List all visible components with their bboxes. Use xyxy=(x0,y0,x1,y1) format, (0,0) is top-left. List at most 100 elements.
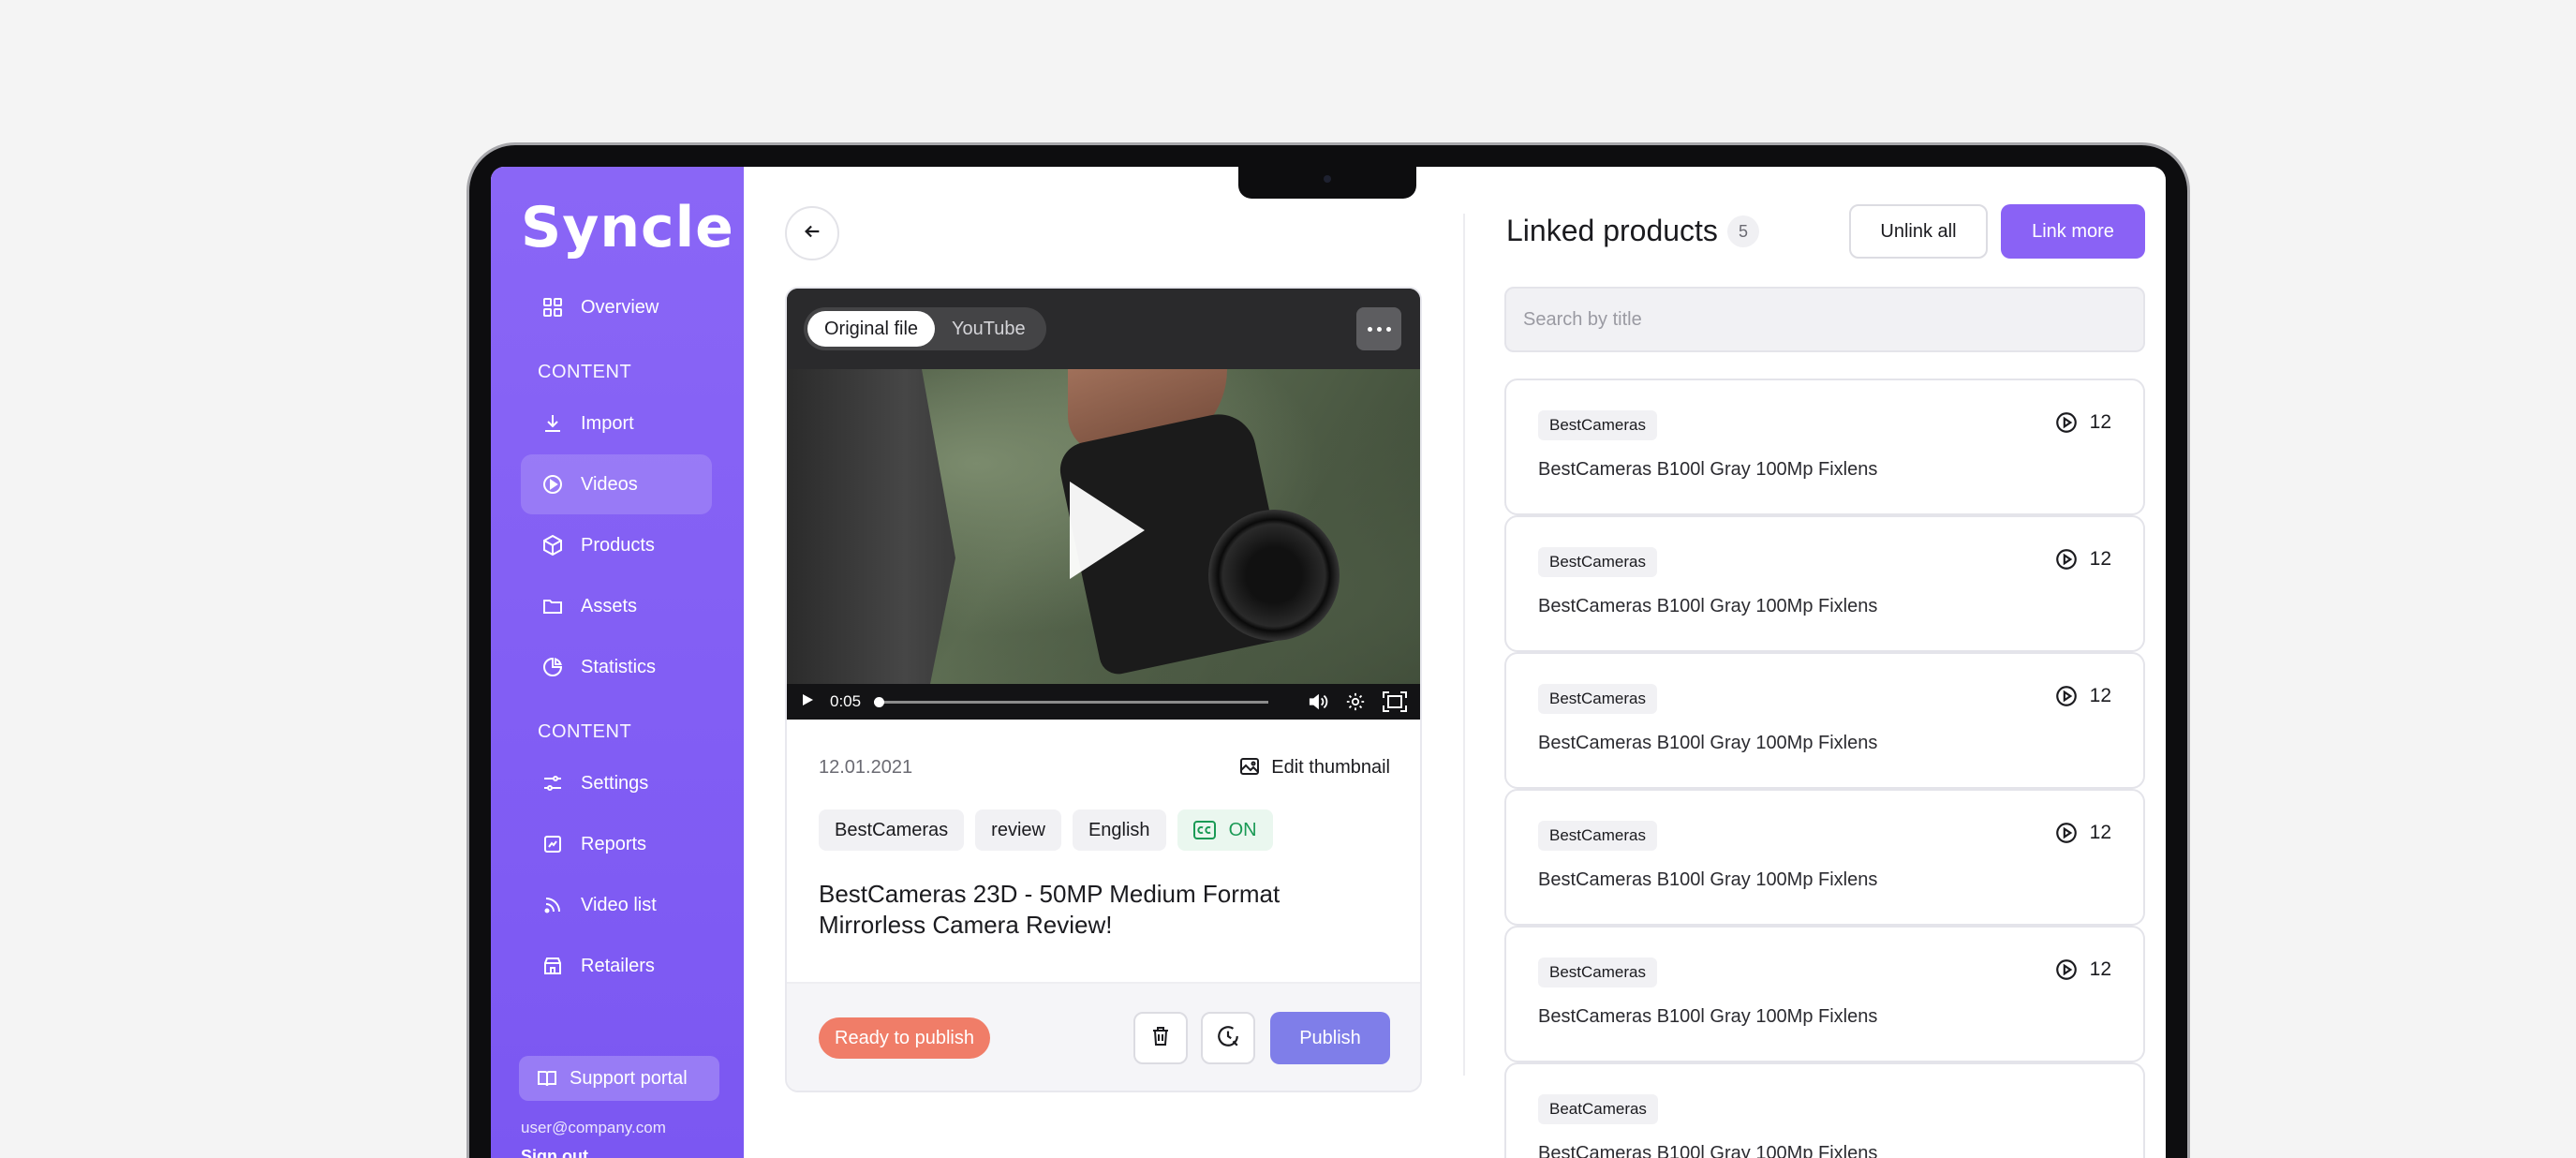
product-views: 12 xyxy=(2054,547,2111,572)
sidebar-item-label: Retailers xyxy=(581,955,655,976)
video-tags: BestCameras review English ON xyxy=(819,809,1273,851)
play-circle-icon xyxy=(540,471,566,497)
product-name: BestCameras B100l Gray 100Mp Fixlens xyxy=(1538,869,1878,890)
video-player[interactable]: Original file YouTube 0:05 xyxy=(787,289,1420,720)
sidebar-item-video-list[interactable]: Video list xyxy=(521,875,712,935)
sidebar-item-assets[interactable]: Assets xyxy=(521,576,712,636)
thumbnail-jacket xyxy=(787,369,955,684)
user-email: user@company.com xyxy=(521,1119,666,1136)
sign-out-link[interactable]: Sign out xyxy=(521,1147,588,1158)
seek-bar[interactable] xyxy=(874,696,1268,707)
video-title: BestCameras 23D - 50MP Medium Format Mir… xyxy=(819,880,1281,939)
pie-chart-icon xyxy=(540,654,566,680)
back-button[interactable] xyxy=(785,206,839,260)
product-brand: BestCameras xyxy=(1538,547,1657,577)
player-controls: 0:05 xyxy=(787,684,1420,720)
product-brand: BestCameras xyxy=(1538,958,1657,987)
app-logo[interactable]: Syncle xyxy=(521,195,734,260)
more-options-button[interactable] xyxy=(1356,307,1401,350)
sidebar-item-overview[interactable]: Overview xyxy=(521,277,712,337)
linked-products-list: BestCameras 12 BestCameras B100l Gray 10… xyxy=(1504,379,2145,1158)
product-views: 12 xyxy=(2054,684,2111,708)
current-time: 0:05 xyxy=(830,692,862,710)
list-item[interactable]: BeatCameras BestCameras B100l Gray 100Mp… xyxy=(1504,1062,2145,1158)
play-small-icon[interactable] xyxy=(800,692,815,712)
view-count: 12 xyxy=(2089,958,2111,980)
sidebar-item-label: Statistics xyxy=(581,656,657,677)
linked-products-title: Linked products xyxy=(1506,214,1718,247)
video-topbar: Original file YouTube xyxy=(787,289,1420,369)
app-screen: Syncle Overview CONTENT Import Videos Pr… xyxy=(491,167,2166,1158)
delete-button[interactable] xyxy=(1133,1012,1188,1064)
sidebar-item-label: Videos xyxy=(581,473,638,495)
product-brand: BeatCameras xyxy=(1538,1094,1658,1124)
video-thumbnail xyxy=(787,369,1420,684)
play-circle-icon xyxy=(2054,547,2079,572)
closed-captions-icon xyxy=(1192,821,1216,839)
search-input[interactable] xyxy=(1504,287,2145,352)
unlink-all-button[interactable]: Unlink all xyxy=(1849,204,1988,259)
video-date: 12.01.2021 xyxy=(819,756,913,778)
view-count: 12 xyxy=(2089,411,2111,433)
clock-icon xyxy=(1216,1024,1240,1053)
list-item[interactable]: BestCameras 12 BestCameras B100l Gray 10… xyxy=(1504,515,2145,652)
section-label-content: CONTENT xyxy=(538,362,632,382)
support-portal-button[interactable]: Support portal xyxy=(519,1056,719,1101)
product-name: BestCameras B100l Gray 100Mp Fixlens xyxy=(1538,1143,1878,1158)
sidebar-item-products[interactable]: Products xyxy=(521,515,712,575)
list-item[interactable]: BestCameras 12 BestCameras B100l Gray 10… xyxy=(1504,652,2145,789)
edit-thumbnail-button[interactable]: Edit thumbnail xyxy=(1239,757,1390,779)
book-icon xyxy=(536,1067,558,1090)
play-icon[interactable] xyxy=(1070,482,1145,579)
list-item[interactable]: BestCameras 12 BestCameras B100l Gray 10… xyxy=(1504,789,2145,926)
captions-badge: ON xyxy=(1177,809,1273,851)
view-count: 12 xyxy=(2089,685,2111,706)
volume-icon[interactable] xyxy=(1308,692,1328,711)
product-views: 12 xyxy=(2054,410,2111,435)
tab-youtube[interactable]: YouTube xyxy=(935,311,1043,347)
sliders-icon xyxy=(540,770,566,796)
list-item[interactable]: BestCameras 12 BestCameras B100l Gray 10… xyxy=(1504,926,2145,1062)
sidebar-item-import[interactable]: Import xyxy=(521,393,712,453)
linked-count-badge: 5 xyxy=(1727,215,1759,247)
play-circle-icon xyxy=(2054,958,2079,982)
sidebar-item-statistics[interactable]: Statistics xyxy=(521,637,712,697)
publish-button[interactable]: Publish xyxy=(1270,1012,1390,1064)
product-views: 12 xyxy=(2054,958,2111,982)
schedule-button[interactable] xyxy=(1201,1012,1255,1064)
box-icon xyxy=(540,532,566,558)
folder-icon xyxy=(540,593,566,619)
tag-language: English xyxy=(1072,809,1166,851)
seek-knob[interactable] xyxy=(874,696,885,707)
product-name: BestCameras B100l Gray 100Mp Fixlens xyxy=(1538,459,1878,480)
product-name: BestCameras B100l Gray 100Mp Fixlens xyxy=(1538,733,1878,753)
list-item[interactable]: BestCameras 12 BestCameras B100l Gray 10… xyxy=(1504,379,2145,515)
sidebar-item-retailers[interactable]: Retailers xyxy=(521,936,712,996)
support-portal-label: Support portal xyxy=(570,1067,688,1089)
sidebar-item-label: Import xyxy=(581,412,634,434)
camera-notch xyxy=(1238,167,1416,199)
product-brand: BestCameras xyxy=(1538,410,1657,440)
edit-thumbnail-label: Edit thumbnail xyxy=(1271,756,1390,778)
gear-icon[interactable] xyxy=(1345,691,1366,712)
fullscreen-icon[interactable] xyxy=(1383,691,1407,712)
sidebar-item-videos[interactable]: Videos xyxy=(521,454,712,514)
sidebar-item-label: Assets xyxy=(581,595,638,616)
tag-brand: BestCameras xyxy=(819,809,965,851)
section-label-content-2: CONTENT xyxy=(538,721,632,742)
sidebar-item-label: Overview xyxy=(581,296,659,318)
product-brand: BestCameras xyxy=(1538,821,1657,851)
card-footer: Ready to publish Publish xyxy=(787,982,1420,1091)
video-card: Original file YouTube 0:05 12.01.2021 Ed… xyxy=(785,287,1422,1092)
sidebar-item-reports[interactable]: Reports xyxy=(521,814,712,874)
sidebar-item-settings[interactable]: Settings xyxy=(521,753,712,813)
link-more-button[interactable]: Link more xyxy=(2001,204,2145,259)
webcam-dot xyxy=(1324,175,1331,183)
sidebar: Syncle Overview CONTENT Import Videos Pr… xyxy=(491,167,744,1158)
view-count: 12 xyxy=(2089,822,2111,843)
sidebar-item-label: Reports xyxy=(581,833,647,854)
tab-original-file[interactable]: Original file xyxy=(807,311,936,347)
product-brand: BestCameras xyxy=(1538,684,1657,714)
captions-status: ON xyxy=(1228,820,1257,840)
download-icon xyxy=(540,410,566,437)
